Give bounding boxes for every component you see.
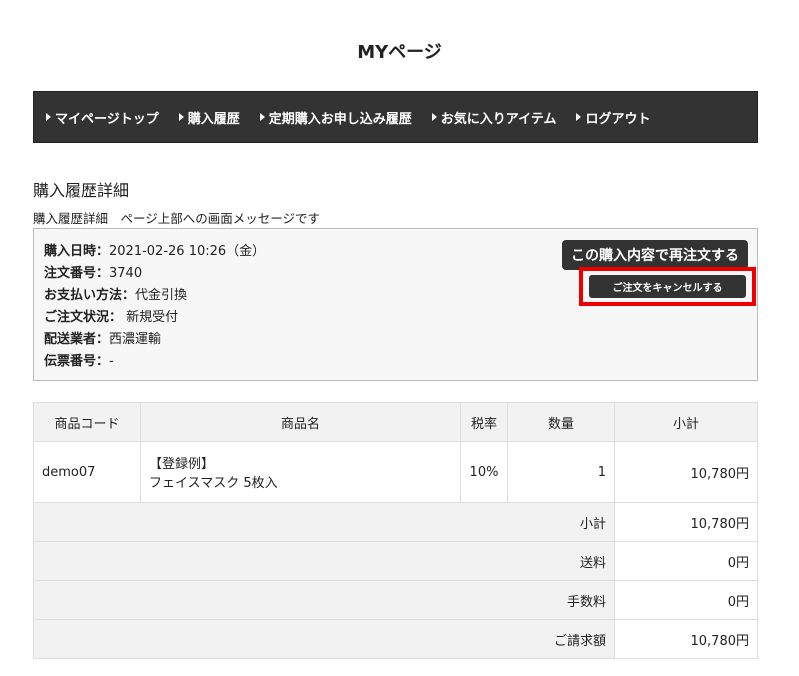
- item-name: 【登録例】フェイスマスク 5枚入: [140, 441, 461, 503]
- info-carrier: 配送業者：西濃運輸: [44, 329, 747, 351]
- total-value: 10,780円: [614, 619, 758, 659]
- nav-mypage-top[interactable]: マイページトップ: [46, 108, 159, 127]
- info-value: 2021-02-26 10:26（金）: [109, 244, 266, 259]
- total-label: 手数料: [33, 580, 615, 620]
- nav-purchase-history[interactable]: 購入履歴: [178, 108, 240, 127]
- triangle-icon: [431, 113, 437, 121]
- total-label: 小計: [33, 502, 615, 542]
- triangle-icon: [259, 113, 265, 121]
- cancel-order-button[interactable]: ご注文をキャンセルする: [589, 275, 746, 298]
- table-row: demo07 【登録例】フェイスマスク 5枚入 10% 1 10,780円: [33, 441, 758, 503]
- header-code: 商品コード: [33, 402, 141, 442]
- info-value: 新規受付: [122, 310, 179, 325]
- nav-label: 定期購入お申し込み履歴: [268, 111, 412, 127]
- info-label: 注文番号：: [44, 266, 110, 281]
- total-value: 0円: [614, 541, 758, 581]
- order-info-box: 購入日時：2021-02-26 10:26（金） 注文番号：3740 お支払い方…: [33, 228, 758, 381]
- triangle-icon: [178, 113, 184, 121]
- header-tax: 税率: [460, 402, 508, 442]
- item-subtotal: 10,780円: [614, 441, 758, 503]
- triangle-icon: [46, 113, 51, 121]
- total-label: ご請求額: [33, 619, 615, 659]
- page-message: 購入履歴詳細 ページ上部への画面メッセージです: [33, 211, 321, 226]
- mypage-nav: マイページトップ 購入履歴 定期購入お申し込み履歴 お気に入りアイテム ログアウ…: [33, 91, 758, 143]
- info-label: 購入日時：: [44, 244, 110, 259]
- info-status: ご注文状況： 新規受付: [44, 307, 747, 329]
- header-name: 商品名: [140, 402, 461, 442]
- item-name-line2: フェイスマスク 5枚入: [149, 476, 278, 491]
- nav-logout[interactable]: ログアウト: [576, 108, 651, 127]
- item-name-line1: 【登録例】: [149, 457, 215, 472]
- reorder-button[interactable]: この購入内容で再注文する: [562, 240, 748, 270]
- nav-label: お気に入りアイテム: [440, 111, 557, 127]
- info-value: 3740: [109, 266, 143, 281]
- info-label: お支払い方法：: [44, 288, 136, 303]
- info-label: ご注文状況：: [44, 310, 123, 325]
- order-items-table: 商品コード 商品名 税率 数量 小計 demo07 【登録例】フェイスマスク 5…: [33, 402, 758, 659]
- item-tax: 10%: [460, 441, 508, 503]
- info-value: 代金引換: [135, 288, 188, 303]
- item-code: demo07: [33, 441, 141, 503]
- cancel-highlight: ご注文をキャンセルする: [579, 267, 756, 306]
- info-label: 配送業者：: [44, 332, 110, 347]
- header-subtotal: 小計: [614, 402, 758, 442]
- nav-label: 購入履歴: [187, 111, 240, 127]
- item-qty: 1: [507, 441, 615, 503]
- triangle-icon: [576, 113, 582, 121]
- section-title: 購入履歴詳細: [33, 181, 130, 200]
- nav-favorites[interactable]: お気に入りアイテム: [431, 108, 557, 127]
- table-header: 商品コード 商品名 税率 数量 小計: [33, 402, 758, 442]
- total-row-subtotal: 小計 10,780円: [33, 502, 758, 542]
- page-title: MYページ: [357, 42, 442, 63]
- nav-subscription-history[interactable]: 定期購入お申し込み履歴: [259, 108, 412, 127]
- total-row-fee: 手数料 0円: [33, 580, 758, 620]
- total-label: 送料: [33, 541, 615, 581]
- info-tracking: 伝票番号：-: [44, 351, 747, 373]
- total-row-shipping: 送料 0円: [33, 541, 758, 581]
- total-value: 0円: [614, 580, 758, 620]
- nav-label: ログアウト: [585, 111, 651, 127]
- nav-label: マイページトップ: [55, 111, 159, 127]
- total-value: 10,780円: [614, 502, 758, 542]
- info-label: 伝票番号：: [44, 354, 110, 369]
- header-qty: 数量: [507, 402, 615, 442]
- info-value: 西濃運輸: [109, 332, 162, 347]
- info-value: -: [109, 354, 114, 369]
- total-row-billing: ご請求額 10,780円: [33, 619, 758, 659]
